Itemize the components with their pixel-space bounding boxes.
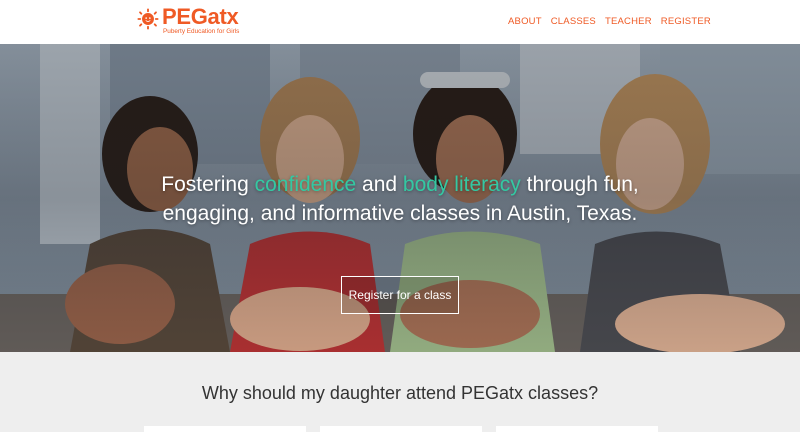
- hero-banner: Fostering confidence and body literacy t…: [0, 44, 800, 352]
- sun-logo-icon: [137, 8, 159, 30]
- hero-highlight-body-literacy: body literacy: [402, 173, 521, 196]
- brand-name: PEGatx: [162, 4, 239, 29]
- feature-card: [496, 426, 658, 432]
- hero-headline: Fostering confidence and body literacy t…: [0, 170, 800, 228]
- main-nav: ABOUT CLASSES TEACHER REGISTER: [508, 16, 720, 27]
- brand-tagline: Puberty Education for Girls: [163, 28, 240, 35]
- hero-text-segment: through fun,: [520, 173, 639, 196]
- hero-headline-line1: Fostering confidence and body literacy t…: [0, 170, 800, 199]
- section-title: Why should my daughter attend PEGatx cla…: [201, 383, 599, 403]
- why-section: Why should my daughter attend PEGatx cla…: [0, 352, 800, 432]
- hero-headline-line2: engaging, and informative classes in Aus…: [162, 202, 638, 225]
- nav-teacher[interactable]: TEACHER: [605, 16, 652, 27]
- hero-highlight-confidence: confidence: [254, 173, 357, 196]
- feature-card: [320, 426, 482, 432]
- nav-register[interactable]: REGISTER: [661, 16, 711, 27]
- feature-card: [144, 426, 306, 432]
- register-class-button[interactable]: Register for a class: [341, 276, 459, 314]
- site-header: PEGatx Puberty Education for Girls ABOUT…: [0, 0, 800, 44]
- hero-text-segment: and: [356, 173, 403, 196]
- nav-about[interactable]: ABOUT: [508, 16, 542, 27]
- nav-classes[interactable]: CLASSES: [551, 16, 596, 27]
- hero-text-segment: Fostering: [161, 173, 255, 196]
- site-logo[interactable]: PEGatx Puberty Education for Girls: [137, 4, 240, 36]
